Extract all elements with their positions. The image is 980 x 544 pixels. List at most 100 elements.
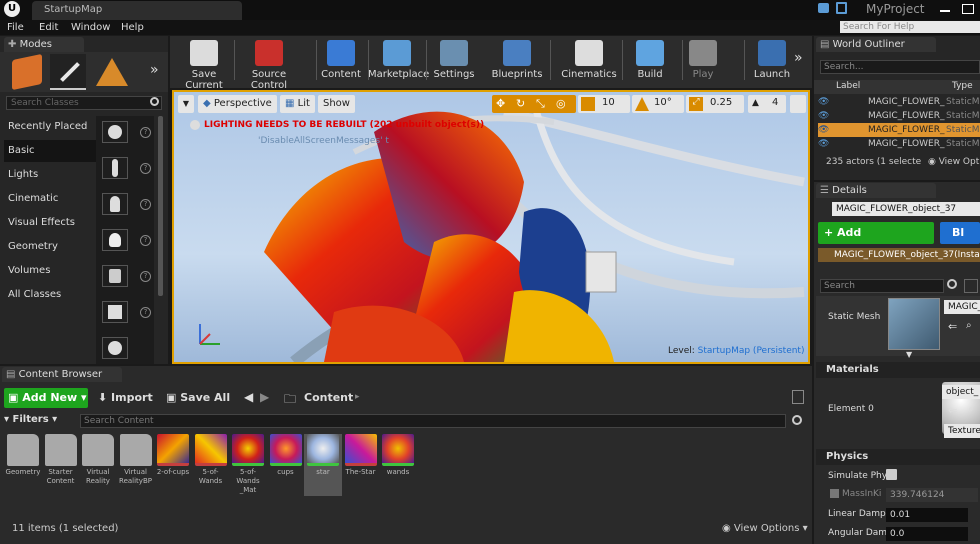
category-all-classes[interactable]: All Classes [4, 284, 94, 306]
materials-header[interactable]: Materials [816, 362, 980, 378]
player-start-thumb[interactable] [102, 265, 128, 287]
path-chevron-icon[interactable]: ▸ [355, 392, 360, 402]
category-basic[interactable]: Basic [4, 140, 96, 162]
blueprint-button[interactable]: Bl [940, 222, 980, 244]
toolbar-more-chevron-icon[interactable]: » [794, 50, 803, 66]
category-cinematic[interactable]: Cinematic [4, 188, 94, 210]
menu-edit[interactable]: Edit [39, 20, 58, 35]
category-lights[interactable]: Lights [4, 164, 94, 186]
asset-item[interactable]: Geometry [4, 434, 42, 477]
import-button[interactable]: ⬇ Import [98, 391, 153, 404]
category-recently-placed[interactable]: Recently Placed [4, 116, 94, 138]
world-outliner-tab[interactable]: ▤ World Outliner [816, 37, 936, 52]
help-icon[interactable]: ? [140, 307, 151, 318]
path-content[interactable]: Content [304, 391, 353, 404]
help-icon[interactable]: ? [140, 235, 151, 246]
play-button[interactable]: Play [684, 38, 722, 84]
settings-button[interactable]: Settings [428, 38, 480, 84]
content-button[interactable]: Content [320, 38, 362, 84]
point-light-thumb[interactable] [102, 229, 128, 251]
asset-item[interactable]: 2-of-cups [154, 434, 192, 477]
maximize-viewport-icon[interactable] [790, 95, 806, 113]
cinematics-button[interactable]: Cinematics [554, 38, 624, 84]
table-row[interactable]: 👁 MAGIC_FLOWER_ StaticM [818, 137, 980, 151]
details-tab[interactable]: ☰ Details [816, 183, 936, 198]
empty-actor-thumb[interactable] [102, 121, 128, 143]
visibility-eye-icon[interactable]: 👁 [818, 111, 829, 121]
save-all-button[interactable]: ▣ Save All [166, 391, 230, 404]
search-classes-input[interactable]: Search Classes [6, 96, 162, 110]
asset-item[interactable]: Starter Content [42, 434, 80, 486]
character-thumb[interactable] [102, 157, 128, 179]
table-row[interactable]: 👁 MAGIC_FLOWER_ StaticM [818, 95, 980, 109]
grid-snap[interactable]: 10 [578, 95, 630, 113]
place-mode-icon[interactable] [12, 53, 42, 91]
add-new-button[interactable]: ▣ Add New ▾ [4, 388, 88, 408]
asset-item[interactable]: Virtual Reality [79, 434, 117, 486]
expand-arrow-icon[interactable]: ▼ [906, 350, 912, 359]
table-row-selected[interactable]: 👁 MAGIC_FLOWER_ StaticM [818, 123, 980, 137]
viewport-options-icon[interactable]: ▼ [178, 95, 194, 113]
static-mesh-dropdown[interactable]: MAGIC_ [944, 300, 980, 314]
outliner-view-options[interactable]: ◉ View Opt [928, 157, 979, 167]
lock-icon[interactable] [792, 390, 804, 404]
texture-dropdown[interactable]: Texture [944, 424, 980, 438]
cube-thumb[interactable] [102, 301, 128, 323]
physics-header[interactable]: Physics [816, 449, 980, 465]
rotation-snap[interactable]: 10° [632, 95, 684, 113]
minimize-icon[interactable] [940, 10, 950, 12]
scale-snap[interactable]: ⤢ 0.25 [686, 95, 744, 113]
build-button[interactable]: Build [626, 38, 674, 84]
static-mesh-thumb[interactable] [888, 298, 940, 350]
asset-item[interactable]: The-Star [342, 434, 380, 477]
menu-help[interactable]: Help [121, 20, 144, 35]
asset-item[interactable]: wands [379, 434, 417, 477]
material-dropdown[interactable]: object_ [942, 385, 980, 399]
search-content-input[interactable]: Search Content [80, 414, 786, 428]
table-row[interactable]: 👁 MAGIC_FLOWER_ StaticM [818, 109, 980, 123]
add-component-button[interactable]: + Add Component [818, 222, 934, 261]
component-row-selected[interactable]: MAGIC_FLOWER_object_37(Instan [818, 248, 980, 262]
use-selected-arrow-icon[interactable]: ⇐ [948, 320, 957, 333]
cb-view-options[interactable]: ◉ View Options ▾ [722, 523, 808, 534]
sphere-thumb[interactable] [102, 337, 128, 359]
asset-item[interactable]: star [304, 434, 342, 496]
source-control-status-icon[interactable] [836, 2, 847, 14]
launch-button[interactable]: Launch [746, 38, 798, 84]
help-icon[interactable]: ? [140, 163, 151, 174]
view-options-eye-icon[interactable] [964, 279, 978, 293]
actor-name-input[interactable]: MAGIC_FLOWER_object_37 [832, 202, 980, 216]
asset-item[interactable]: 5-of-Wands _Mat [229, 434, 267, 495]
search-help-input[interactable]: Search For Help [840, 21, 980, 33]
asset-item[interactable]: cups [267, 434, 305, 477]
translate-icon[interactable]: ✥ [496, 97, 505, 110]
back-arrow-icon[interactable]: ◀ [244, 390, 253, 404]
browse-search-icon[interactable]: ⌕ [968, 404, 974, 415]
level-viewport[interactable]: ▼ ◆ Perspective ▦ Lit Show LIGHTING NEED… [172, 90, 810, 364]
forward-arrow-icon[interactable]: ▶ [260, 390, 269, 404]
col-label-header[interactable]: Label [836, 81, 860, 91]
browse-search-icon[interactable]: ⌕ [966, 320, 972, 331]
save-current-button[interactable]: Save Current [172, 38, 236, 91]
help-icon[interactable]: ? [140, 199, 151, 210]
category-geometry[interactable]: Geometry [4, 236, 94, 258]
use-selected-arrow-icon[interactable]: ⇐ [948, 404, 957, 417]
visibility-eye-icon[interactable]: 👁 [818, 125, 829, 135]
camera-speed[interactable]: ▲ 4 [748, 95, 786, 113]
filters-button[interactable]: ▾ Filters ▾ [4, 414, 74, 428]
modes-tab[interactable]: ✚ Modes [4, 37, 84, 52]
visibility-eye-icon[interactable]: 👁 [818, 97, 829, 107]
more-modes-chevron-icon[interactable]: » [150, 62, 159, 78]
linear-damping-input[interactable]: 0.01 [886, 508, 968, 522]
visibility-eye-icon[interactable]: 👁 [818, 139, 829, 149]
angular-damping-input[interactable]: 0.0 [886, 527, 968, 541]
lit-button[interactable]: ▦ Lit [280, 95, 315, 113]
mass-override-checkbox[interactable] [830, 489, 839, 498]
content-browser-tab[interactable]: ▤ Content Browser [2, 367, 122, 382]
category-visual-effects[interactable]: Visual Effects [4, 212, 94, 234]
perspective-button[interactable]: ◆ Perspective [198, 95, 277, 113]
marketplace-button[interactable]: Marketplace [368, 38, 429, 84]
pawn-thumb[interactable] [102, 193, 128, 215]
help-icon[interactable]: ? [140, 271, 151, 282]
scrollbar[interactable] [158, 116, 163, 296]
